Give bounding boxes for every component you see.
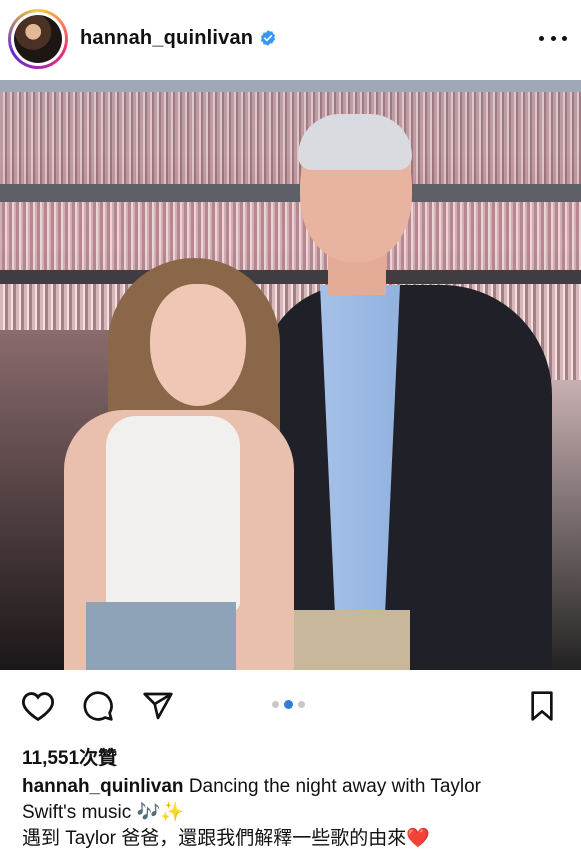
caption-text-line1: Dancing the night away with Taylor [188, 776, 482, 797]
comment-icon[interactable] [80, 688, 116, 724]
heart-icon[interactable] [20, 688, 56, 724]
caption-text-line2: Swift's music 🎶✨ [22, 802, 184, 823]
red-heart-icon: ❤️ [406, 828, 430, 849]
bookmark-icon[interactable] [524, 688, 560, 724]
send-icon[interactable] [140, 688, 176, 724]
post-caption: hannah_quinlivan Dancing the night away … [22, 774, 562, 852]
post-photo[interactable] [0, 80, 581, 670]
caption-username[interactable]: hannah_quinlivan [22, 776, 184, 797]
more-options-icon[interactable] [539, 26, 567, 50]
avatar[interactable] [14, 15, 62, 63]
action-bar [0, 684, 581, 728]
like-count[interactable]: 11,551次贊 [22, 743, 117, 770]
verified-badge-icon [260, 30, 276, 46]
carousel-indicator [272, 700, 305, 709]
post-username[interactable]: hannah_quinlivan [80, 27, 253, 50]
post-header: hannah_quinlivan [0, 0, 581, 80]
caption-text-line3: 遇到 Taylor 爸爸，還跟我們解釋一些歌的由來 [22, 828, 407, 849]
story-ring[interactable] [8, 9, 68, 69]
